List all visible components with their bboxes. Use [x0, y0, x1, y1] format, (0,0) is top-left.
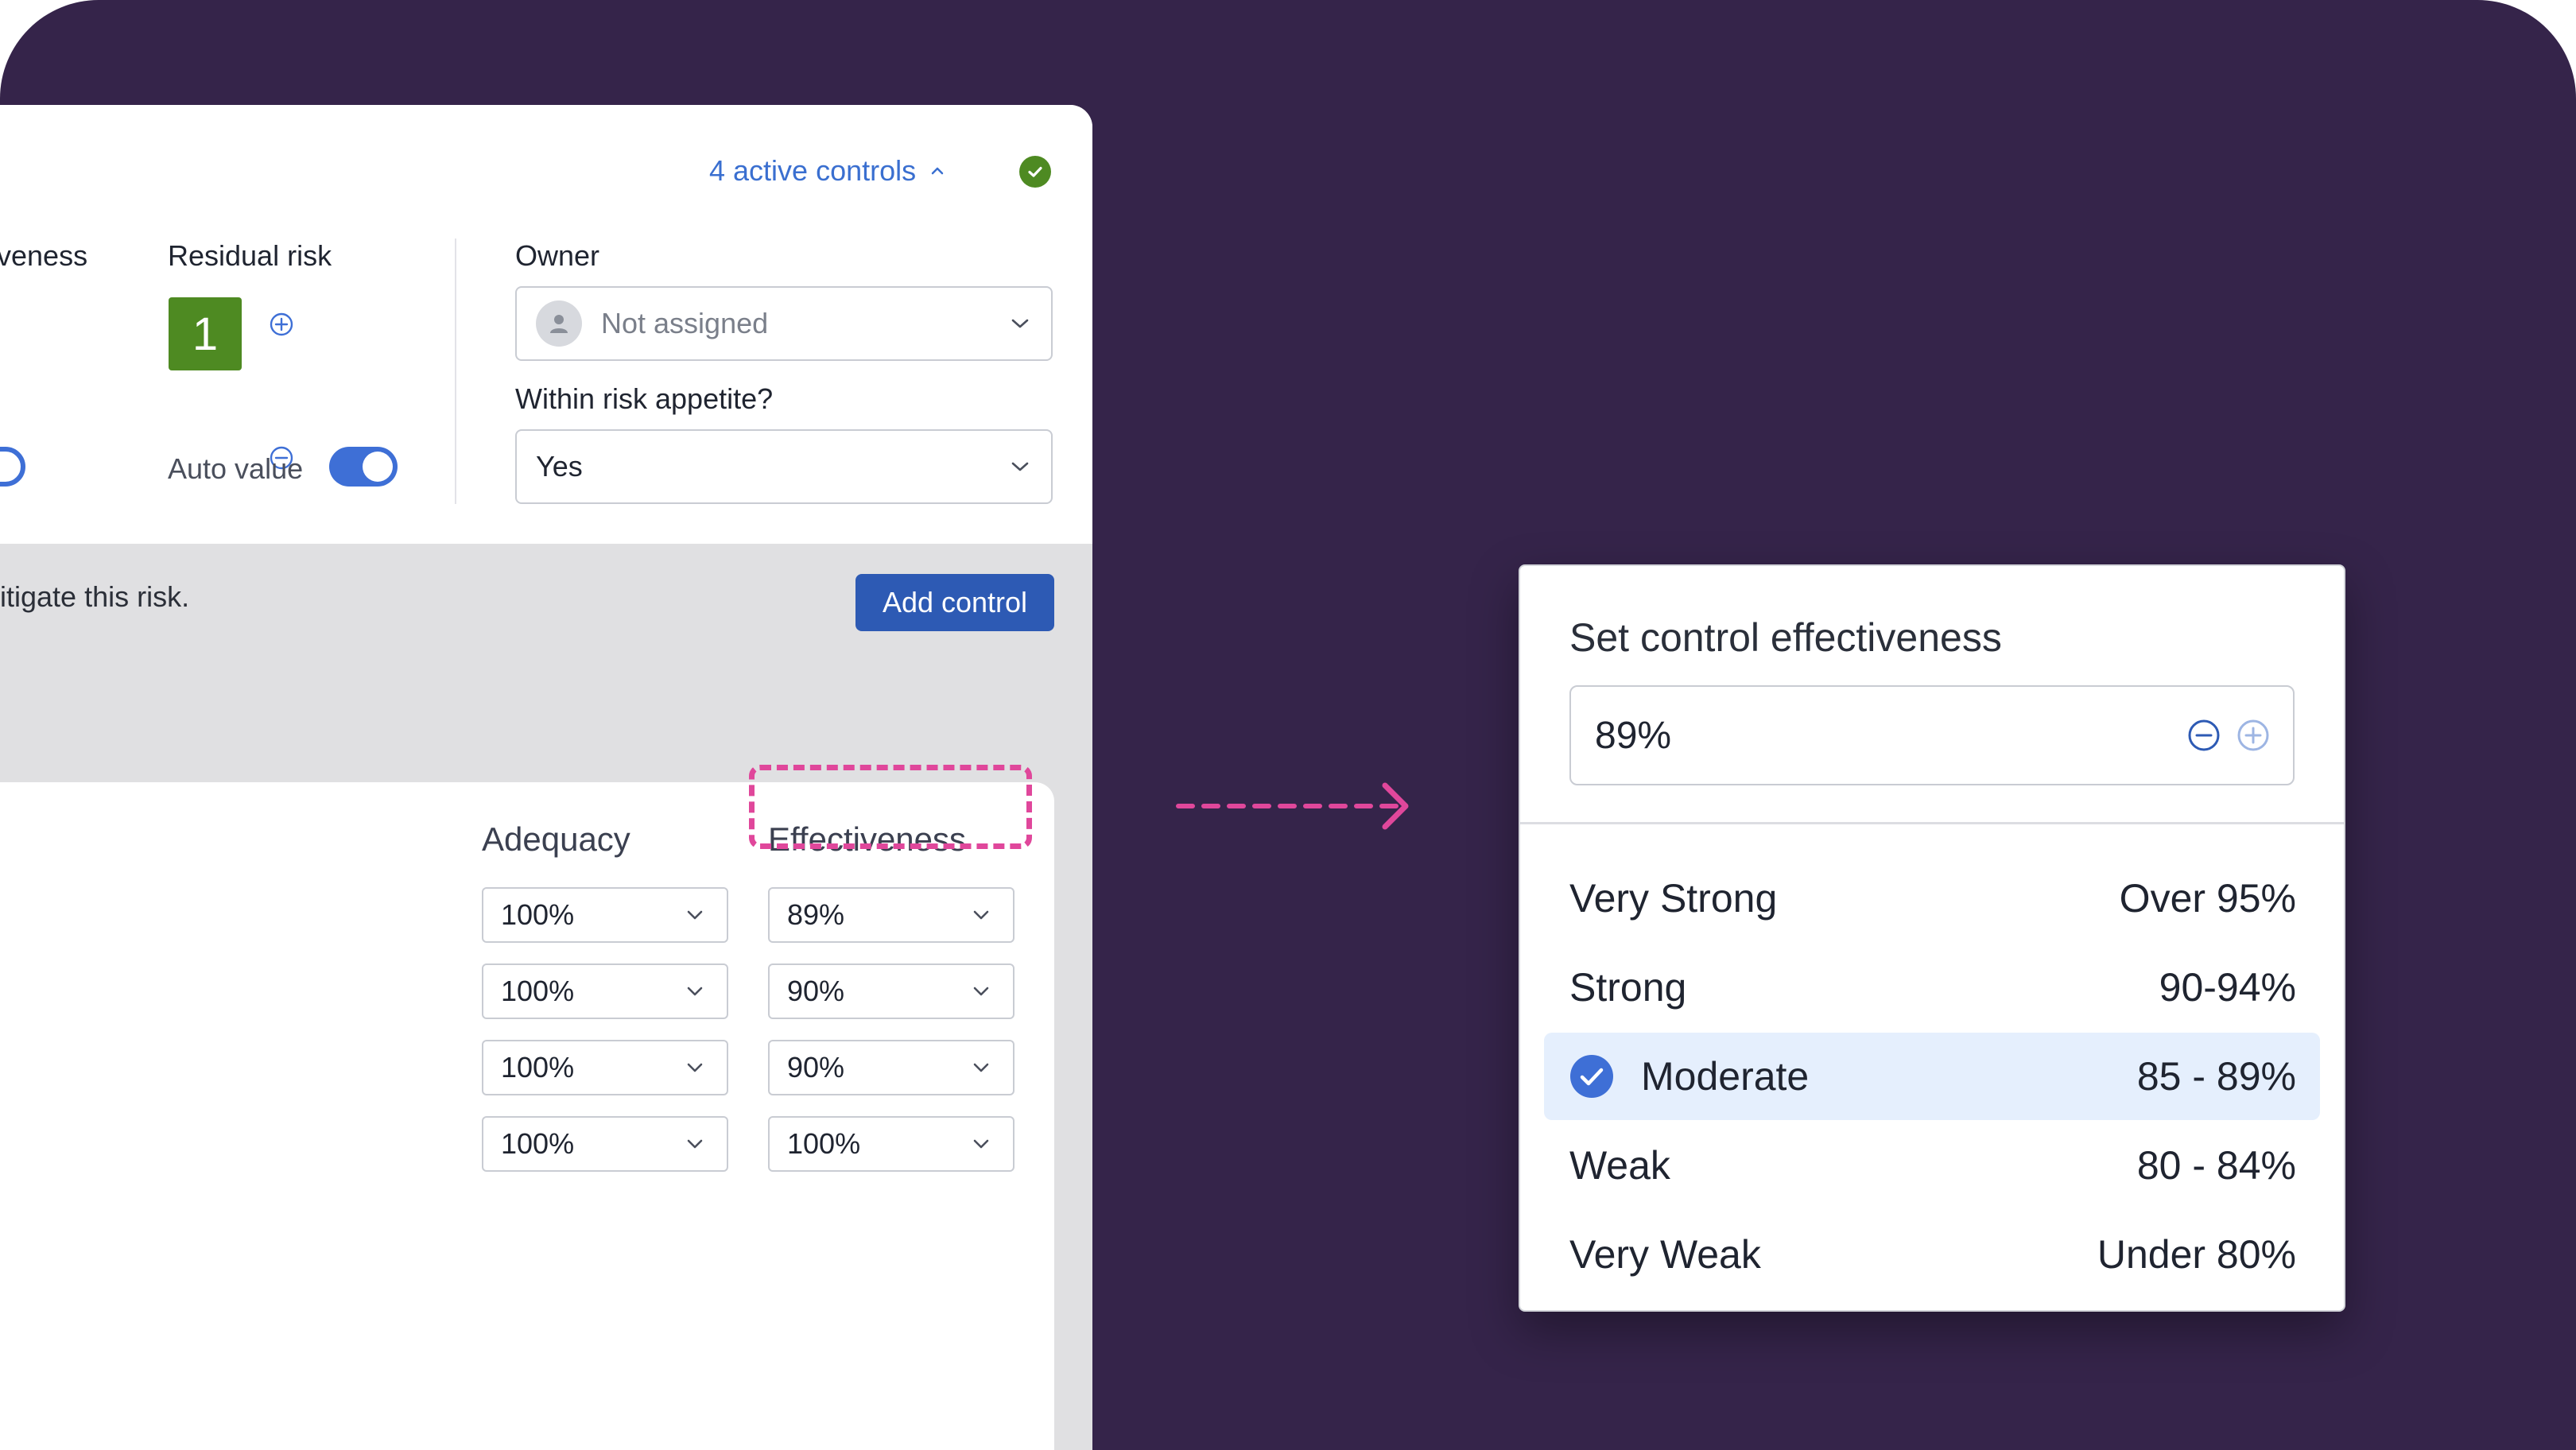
effectiveness-option[interactable]: Weak 80 - 84%	[1544, 1122, 2320, 1209]
effectiveness-value: 90%	[787, 1051, 845, 1084]
increment-icon[interactable]	[269, 312, 294, 337]
add-control-button[interactable]: Add control	[855, 574, 1054, 631]
active-controls-toggle[interactable]: 4 active controls	[709, 151, 945, 191]
chevron-down-icon	[687, 1063, 703, 1072]
chevron-down-icon	[1011, 319, 1029, 328]
option-name: Moderate	[1641, 1054, 1810, 1099]
chevron-up-icon	[931, 167, 944, 175]
highlight-marker	[749, 765, 1032, 849]
option-name: Very Strong	[1569, 876, 1778, 921]
effectiveness-value: 89%	[787, 898, 845, 931]
auto-value-toggle[interactable]	[329, 447, 398, 487]
option-range: Under 80%	[2097, 1232, 2296, 1277]
owner-placeholder: Not assigned	[601, 307, 769, 339]
effectiveness-select[interactable]: 89%	[768, 887, 1014, 943]
effectiveness-option[interactable]: Strong 90-94%	[1544, 944, 2320, 1031]
effectiveness-option[interactable]: Moderate 85 - 89%	[1544, 1033, 2320, 1120]
active-controls-label: 4 active controls	[709, 154, 917, 187]
adequacy-value: 100%	[501, 1051, 575, 1084]
auto-value-label: Auto value	[168, 452, 304, 485]
risk-appetite-label: Within risk appetite?	[515, 382, 774, 415]
effectiveness-select[interactable]: 90%	[768, 963, 1014, 1019]
section-divider	[455, 238, 456, 504]
minus-circle-icon[interactable]	[2186, 718, 2221, 753]
avatar	[536, 300, 582, 347]
controls-description: itigate this risk.	[0, 580, 190, 613]
chevron-down-icon	[687, 910, 703, 920]
controls-section: itigate this risk. Add control Adequacy …	[0, 544, 1092, 1450]
chevron-down-icon	[687, 1139, 703, 1149]
risk-appetite-select[interactable]: Yes	[515, 429, 1053, 504]
controls-table-card: Adequacy Effectiveness 100% 89% 100% 90% 100…	[0, 782, 1054, 1450]
effectiveness-option[interactable]: Very Weak Under 80%	[1544, 1211, 2320, 1298]
adequacy-select[interactable]: 100%	[482, 887, 728, 943]
adequacy-select[interactable]: 100%	[482, 1116, 728, 1172]
chevron-down-icon	[687, 987, 703, 996]
dashed-arrow-icon	[1176, 782, 1409, 830]
option-name: Very Weak	[1569, 1232, 1761, 1277]
owner-label: Owner	[515, 239, 600, 272]
adequacy-select[interactable]: 100%	[482, 1040, 728, 1095]
risk-summary-section: 4 active controls veness Residual risk 1…	[0, 105, 1092, 544]
status-check-icon	[1019, 156, 1051, 188]
chevron-down-icon	[973, 1139, 989, 1149]
adequacy-column-header: Adequacy	[482, 820, 630, 858]
effectiveness-input-value: 89%	[1595, 714, 1672, 757]
chevron-down-icon	[973, 987, 989, 996]
chevron-down-icon	[973, 1063, 989, 1072]
chevron-down-icon	[1011, 462, 1029, 471]
effectiveness-label: veness	[0, 239, 88, 272]
residual-risk-label: Residual risk	[168, 239, 332, 272]
option-name: Strong	[1569, 965, 1687, 1010]
effectiveness-input[interactable]: 89%	[1569, 685, 2295, 785]
effectiveness-select[interactable]: 90%	[768, 1040, 1014, 1095]
adequacy-select[interactable]: 100%	[482, 963, 728, 1019]
effectiveness-auto-toggle[interactable]	[0, 447, 25, 487]
option-range: 85 - 89%	[2136, 1054, 2296, 1099]
user-icon	[550, 315, 568, 333]
effectiveness-value: 100%	[787, 1127, 861, 1160]
adequacy-value: 100%	[501, 1127, 575, 1160]
option-name: Weak	[1569, 1143, 1670, 1188]
option-range: 80 - 84%	[2136, 1143, 2296, 1188]
check-circle-icon	[1570, 1055, 1613, 1098]
risk-appetite-value: Yes	[536, 450, 583, 483]
chevron-down-icon	[973, 910, 989, 920]
popover-title: Set control effectiveness	[1569, 615, 2002, 660]
popover-divider	[1520, 822, 2344, 824]
effectiveness-popover: Set control effectiveness 89% Very Stron…	[1519, 564, 2345, 1312]
effectiveness-select[interactable]: 100%	[768, 1116, 1014, 1172]
option-range: Over 95%	[2119, 876, 2296, 921]
option-range: 90-94%	[2159, 965, 2296, 1010]
plus-circle-icon[interactable]	[2236, 718, 2271, 753]
effectiveness-option[interactable]: Very Strong Over 95%	[1544, 855, 2320, 942]
owner-select[interactable]: Not assigned	[515, 286, 1053, 361]
adequacy-value: 100%	[501, 975, 575, 1007]
residual-risk-score: 1	[169, 297, 242, 370]
effectiveness-value: 90%	[787, 975, 845, 1007]
adequacy-value: 100%	[501, 898, 575, 931]
